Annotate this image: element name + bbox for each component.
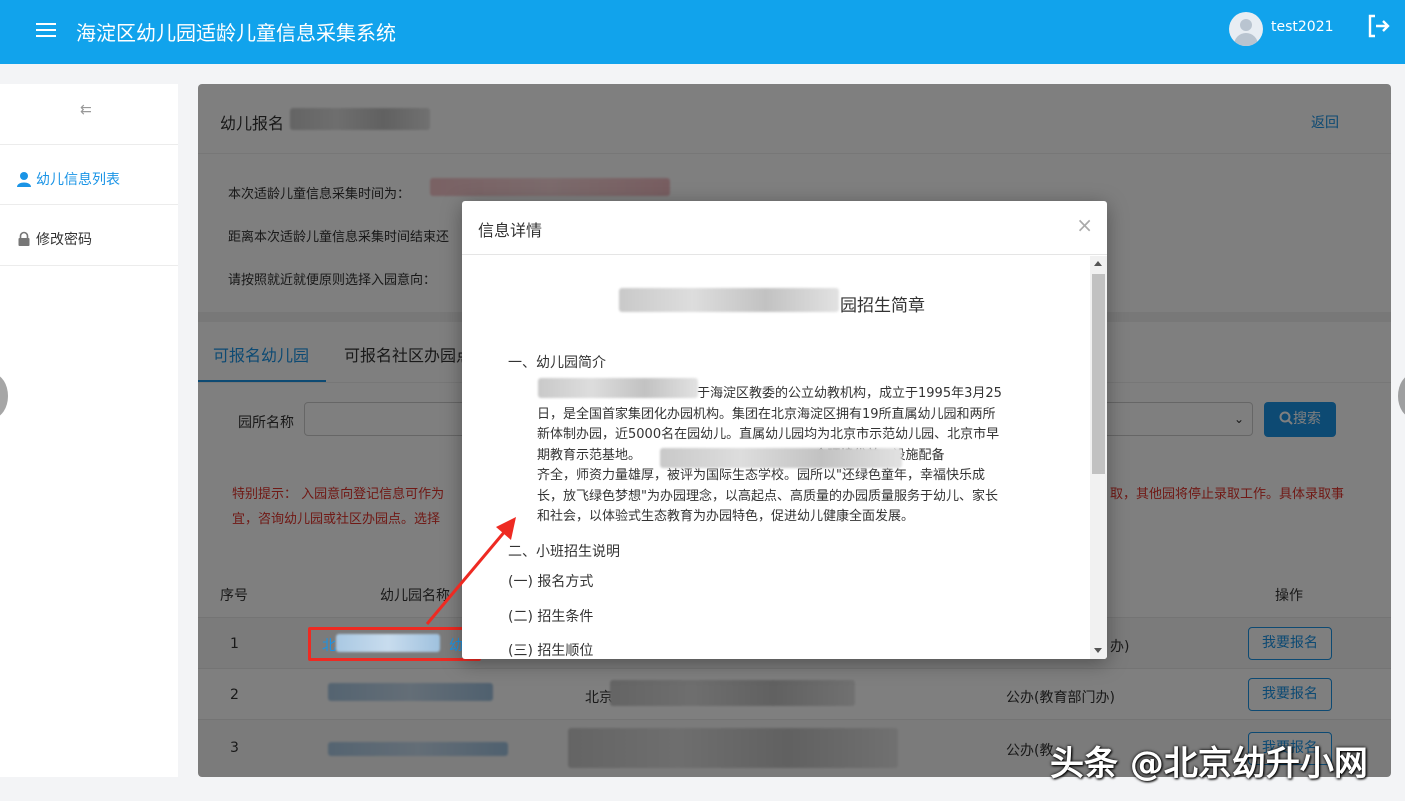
watermark-text: 头条 @北京幼升小网 xyxy=(1050,744,1368,784)
annotation-arrow xyxy=(425,517,516,625)
